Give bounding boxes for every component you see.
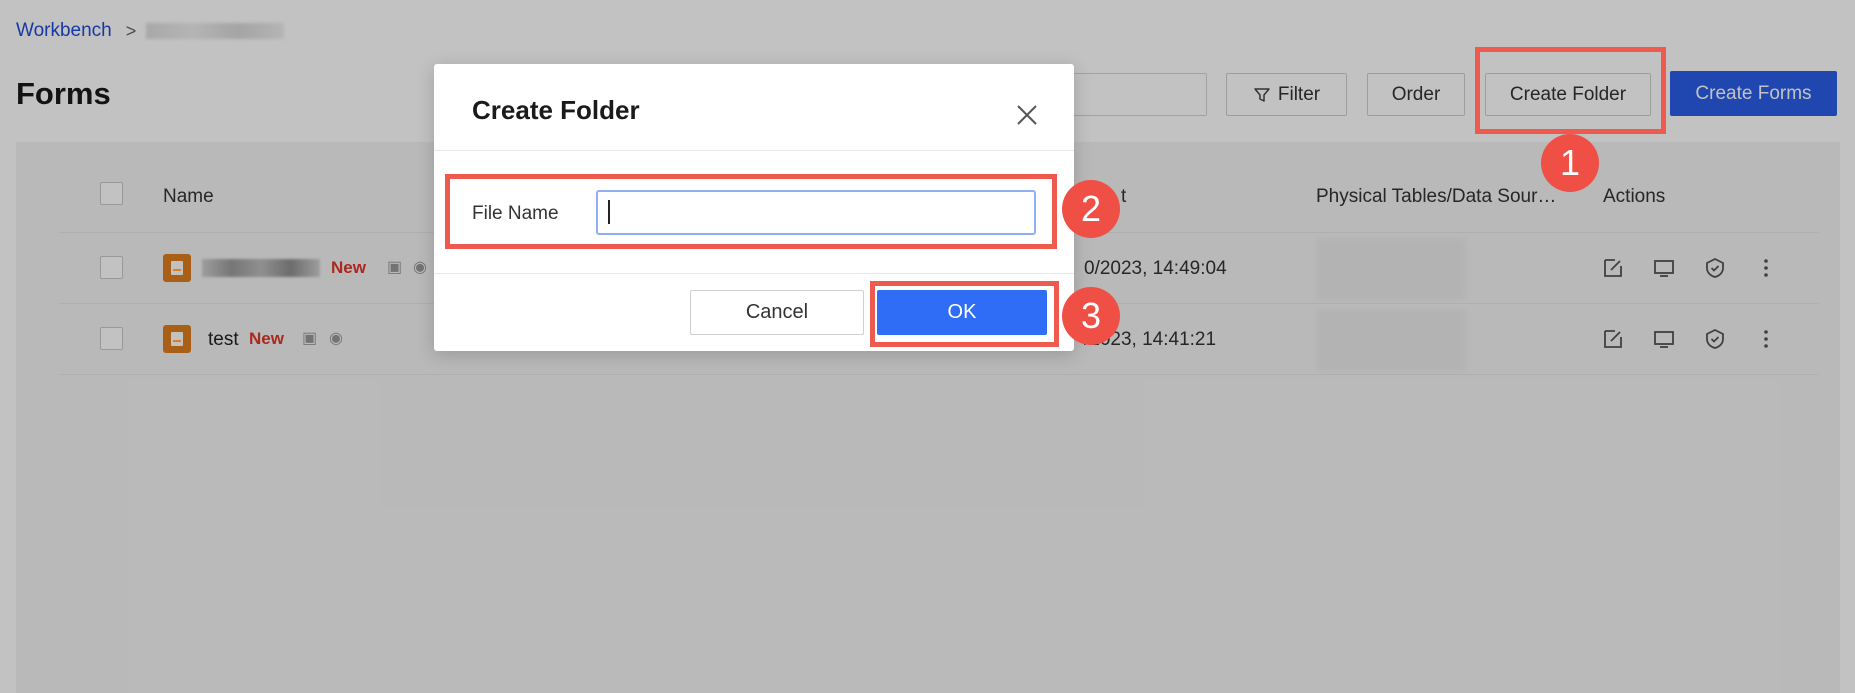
dialog-footer-divider [434,273,1074,274]
callout-highlight-file-name [445,174,1057,249]
cancel-label: Cancel [745,301,809,323]
dialog-header-divider [434,150,1074,151]
step-badge-3: 3 [1062,287,1120,345]
callout-highlight-ok [870,281,1059,347]
cancel-button[interactable]: Cancel [690,290,864,335]
step-badge-1: 1 [1541,134,1599,192]
close-icon[interactable] [1014,102,1040,128]
step-badge-2: 2 [1062,180,1120,238]
callout-highlight-create-folder [1475,47,1666,134]
dialog-title: Create Folder [472,95,640,125]
